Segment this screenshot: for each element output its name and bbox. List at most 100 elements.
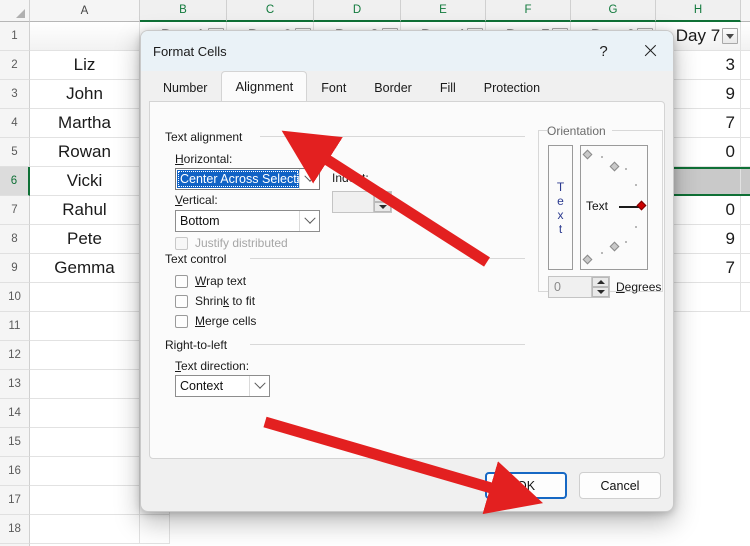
indent-increment-button[interactable]	[374, 192, 391, 202]
ok-button[interactable]: OK	[485, 472, 567, 499]
cell-a12[interactable]	[30, 341, 140, 370]
dial-handle-45deg[interactable]	[609, 161, 620, 172]
column-header-d[interactable]: D	[314, 0, 401, 22]
dial-handle-0deg[interactable]	[636, 200, 647, 211]
row-label: 17	[8, 494, 21, 506]
cell-a16[interactable]	[30, 457, 140, 486]
merge-cells-checkbox-row[interactable]: Merge cells	[175, 314, 256, 328]
shrink-to-fit-checkbox[interactable]	[175, 294, 188, 308]
degrees-spin-buttons[interactable]	[591, 277, 609, 297]
row-header-13[interactable]: 13	[0, 370, 30, 399]
cell-b18[interactable]	[140, 515, 170, 544]
column-header-f[interactable]: F	[486, 0, 571, 22]
close-button[interactable]	[626, 31, 673, 71]
select-all-corner[interactable]	[0, 0, 30, 22]
row-header-6[interactable]: 6	[0, 167, 30, 196]
dialog-titlebar[interactable]: Format Cells ?	[141, 31, 673, 71]
tab-font[interactable]: Font	[307, 74, 360, 101]
cell-i3[interactable]: 5	[741, 80, 750, 109]
chevron-down-icon[interactable]	[299, 211, 319, 231]
cell-a8[interactable]: Pete	[30, 225, 140, 254]
column-header-h[interactable]: H	[656, 0, 741, 22]
column-header-i[interactable]	[741, 0, 750, 22]
row-header-5[interactable]: 5	[0, 138, 30, 167]
row-header-2[interactable]: 2	[0, 51, 30, 80]
cell-a2[interactable]: Liz	[30, 51, 140, 80]
cell-a9[interactable]: Gemma	[30, 254, 140, 283]
tab-protection[interactable]: Protection	[470, 74, 554, 101]
chevron-down-icon[interactable]	[249, 376, 269, 396]
row-header-8[interactable]: 8	[0, 225, 30, 254]
row-header-4[interactable]: 4	[0, 109, 30, 138]
justify-distributed-checkbox-row[interactable]: Justify distributed	[175, 236, 288, 250]
cell-i9[interactable]: 7	[741, 254, 750, 283]
row-header-11[interactable]: 11	[0, 312, 30, 341]
dial-handle-minus45deg[interactable]	[609, 241, 620, 252]
cell-a4[interactable]: Martha	[30, 109, 140, 138]
vertical-alignment-select[interactable]: Bottom	[175, 210, 320, 232]
row-header-15[interactable]: 15	[0, 428, 30, 457]
vertical-text-option[interactable]: T e x t	[548, 145, 573, 270]
row-header-1[interactable]: 1	[0, 22, 30, 51]
merge-cells-checkbox[interactable]	[175, 314, 188, 328]
column-header-e[interactable]: E	[401, 0, 486, 22]
filter-dropdown-icon-h1[interactable]	[722, 28, 738, 44]
row-header-3[interactable]: 3	[0, 80, 30, 109]
cell-i1[interactable]: Day 8	[741, 22, 750, 51]
cell-a15[interactable]	[30, 428, 140, 457]
degrees-increment-button[interactable]	[592, 277, 609, 287]
degrees-decrement-button[interactable]	[592, 287, 609, 297]
row-header-16[interactable]: 16	[0, 457, 30, 486]
row-header-7[interactable]: 7	[0, 196, 30, 225]
row-header-17[interactable]: 17	[0, 486, 30, 515]
shrink-to-fit-checkbox-row[interactable]: Shrink to fit	[175, 294, 255, 308]
wrap-text-checkbox[interactable]	[175, 274, 188, 288]
degrees-stepper[interactable]: 0	[548, 276, 610, 298]
dial-handle-90deg[interactable]	[582, 149, 593, 160]
cell-a14[interactable]	[30, 399, 140, 428]
justify-distributed-checkbox[interactable]	[175, 236, 188, 250]
indent-stepper[interactable]	[332, 191, 392, 213]
row-header-10[interactable]: 10	[0, 283, 30, 312]
cell-a6[interactable]: Vicki	[30, 167, 140, 196]
cell-i7[interactable]: 8	[741, 196, 750, 225]
cell-i10[interactable]	[741, 283, 750, 312]
help-button[interactable]: ?	[581, 31, 626, 71]
cell-a10[interactable]	[30, 283, 140, 312]
column-header-g[interactable]: G	[571, 0, 656, 22]
cell-text: Liz	[73, 55, 96, 74]
cell-a5[interactable]: Rowan	[30, 138, 140, 167]
cell-i6[interactable]	[741, 167, 750, 196]
cell-a17[interactable]	[30, 486, 140, 515]
row-header-18[interactable]: 18	[0, 515, 30, 544]
text-direction-select[interactable]: Context	[175, 375, 270, 397]
wrap-text-checkbox-row[interactable]: Wrap text	[175, 274, 246, 288]
row-header-12[interactable]: 12	[0, 341, 30, 370]
dial-handle-minus90deg[interactable]	[582, 254, 593, 265]
tab-alignment[interactable]: Alignment	[221, 71, 308, 101]
cell-a11[interactable]	[30, 312, 140, 341]
tab-fill[interactable]: Fill	[426, 74, 470, 101]
cell-a7[interactable]: Rahul	[30, 196, 140, 225]
cancel-button[interactable]: Cancel	[579, 472, 661, 499]
row-header-14[interactable]: 14	[0, 399, 30, 428]
orientation-dial[interactable]: Text	[580, 145, 648, 270]
row-header-9[interactable]: 9	[0, 254, 30, 283]
cell-i5[interactable]: 6	[741, 138, 750, 167]
indent-spin-buttons[interactable]	[373, 192, 391, 212]
column-header-c[interactable]: C	[227, 0, 314, 22]
cell-a3[interactable]: John	[30, 80, 140, 109]
column-header-a[interactable]: A	[30, 0, 140, 22]
tab-border[interactable]: Border	[360, 74, 426, 101]
chevron-down-icon[interactable]	[299, 169, 319, 189]
cell-i2[interactable]: 9	[741, 51, 750, 80]
cell-i4[interactable]: 5	[741, 109, 750, 138]
cell-a18[interactable]	[30, 515, 140, 544]
tab-number[interactable]: Number	[149, 74, 221, 101]
indent-decrement-button[interactable]	[374, 202, 391, 212]
column-header-b[interactable]: B	[140, 0, 227, 22]
horizontal-alignment-select[interactable]: Center Across Selection	[175, 168, 320, 190]
cell-a13[interactable]	[30, 370, 140, 399]
cell-a1[interactable]	[30, 22, 140, 51]
cell-i8[interactable]: 7	[741, 225, 750, 254]
